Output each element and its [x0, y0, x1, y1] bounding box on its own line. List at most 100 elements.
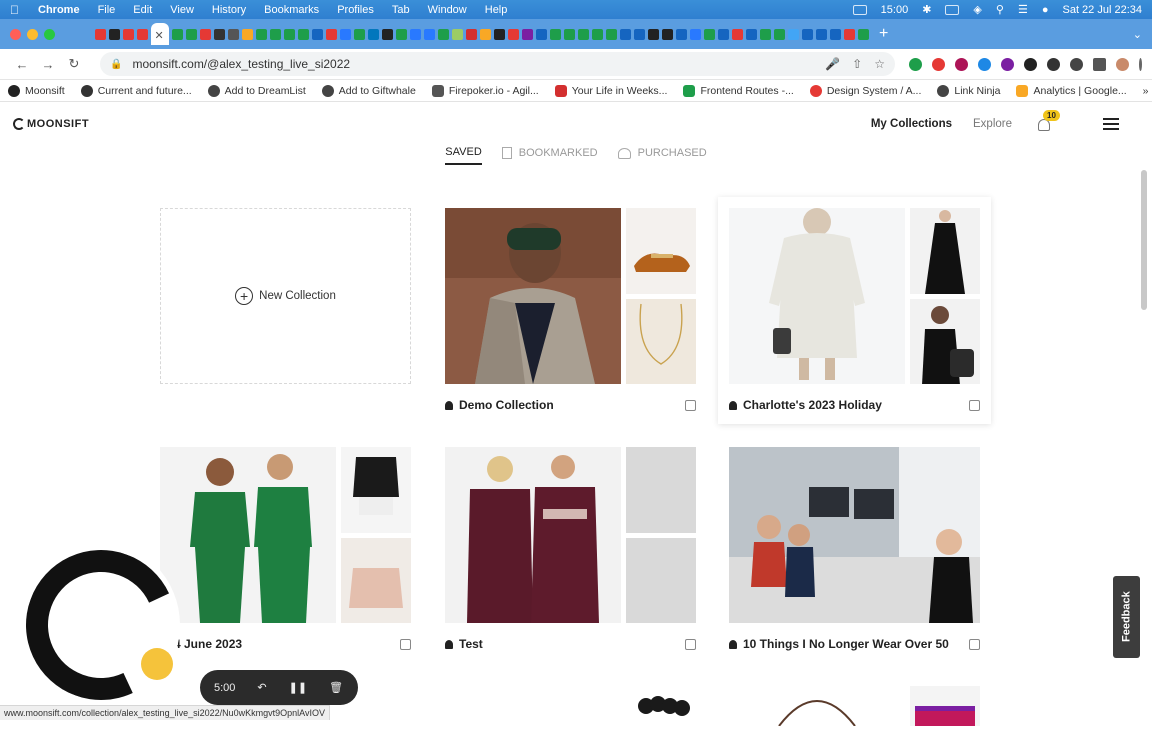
tab-favicon[interactable] — [368, 29, 379, 40]
sidepanel-icon[interactable] — [1093, 58, 1106, 71]
extension-icon[interactable] — [978, 58, 991, 71]
tab-favicon[interactable] — [690, 29, 701, 40]
recorder-camera-bubble[interactable] — [10, 540, 180, 710]
reload-icon[interactable]: ↻ — [62, 56, 86, 72]
nav-my-collections[interactable]: My Collections — [871, 118, 952, 130]
tab-favicon[interactable] — [536, 29, 547, 40]
tab-saved[interactable]: SAVED — [445, 146, 481, 165]
tab-favicon[interactable] — [123, 29, 134, 40]
tab-favicon[interactable] — [774, 29, 785, 40]
zoom-window-icon[interactable] — [44, 29, 55, 40]
menubar-clock[interactable]: 15:00 — [881, 4, 909, 16]
new-tab-icon[interactable]: + — [879, 25, 888, 43]
tab-favicon[interactable] — [606, 29, 617, 40]
bookmark-star-icon[interactable]: ☆ — [874, 57, 885, 71]
tab-favicon[interactable] — [704, 29, 715, 40]
edit-icon[interactable] — [969, 639, 980, 650]
collection-title[interactable]: 10 Things I No Longer Wear Over 50 — [743, 637, 949, 651]
menu-tab[interactable]: Tab — [392, 4, 410, 16]
apple-icon[interactable]:  — [10, 3, 24, 17]
tab-favicon[interactable] — [816, 29, 827, 40]
close-window-icon[interactable] — [10, 29, 21, 40]
tab-favicon[interactable] — [95, 29, 106, 40]
tab-favicon[interactable] — [340, 29, 351, 40]
collection-title[interactable]: 4 June 2023 — [174, 637, 242, 651]
bookmark-item[interactable]: Moonsift — [8, 85, 65, 97]
pocket-extension-icon[interactable] — [932, 58, 945, 71]
tab-favicon[interactable] — [858, 29, 869, 40]
tab-favicon[interactable] — [410, 29, 421, 40]
page-scrollbar[interactable] — [1141, 170, 1147, 310]
tab-favicon[interactable] — [648, 29, 659, 40]
bookmark-item[interactable]: Add to DreamList — [208, 85, 306, 97]
tab-favicon[interactable] — [186, 29, 197, 40]
menu-bookmarks[interactable]: Bookmarks — [264, 4, 319, 16]
edit-icon[interactable] — [400, 639, 411, 650]
tab-favicon[interactable] — [802, 29, 813, 40]
search-icon[interactable]: ⚲ — [996, 3, 1004, 16]
bookmark-item[interactable]: Add to Giftwhale — [322, 85, 416, 97]
extension-icon[interactable] — [1001, 58, 1014, 71]
tab-favicon[interactable] — [172, 29, 183, 40]
tab-favicon[interactable] — [494, 29, 505, 40]
tab-favicon[interactable] — [676, 29, 687, 40]
menu-app[interactable]: Chrome — [38, 4, 80, 16]
extension-icon[interactable] — [1070, 58, 1083, 71]
tab-purchased[interactable]: PURCHASED — [618, 146, 707, 165]
screen-record-icon[interactable] — [853, 5, 867, 15]
collection-card[interactable]: Demo Collection — [445, 208, 696, 412]
tab-favicon[interactable] — [200, 29, 211, 40]
tab-favicon[interactable] — [732, 29, 743, 40]
tab-favicon[interactable] — [312, 29, 323, 40]
menu-view[interactable]: View — [170, 4, 194, 16]
bookmark-item[interactable]: Frontend Routes -... — [683, 85, 793, 97]
bookmark-item[interactable]: Design System / A... — [810, 85, 922, 97]
site-logo[interactable]: MOONSIFT — [13, 118, 89, 130]
bookmark-item[interactable]: Firepoker.io - Agil... — [432, 85, 539, 97]
menu-edit[interactable]: Edit — [133, 4, 152, 16]
tab-favicon[interactable] — [354, 29, 365, 40]
profile-avatar[interactable] — [1116, 58, 1129, 71]
collection-card[interactable]: 4 June 2023 — [160, 447, 411, 651]
bookmark-item[interactable]: Current and future... — [81, 85, 192, 97]
tab-favicon[interactable] — [109, 29, 120, 40]
tab-favicon[interactable] — [228, 29, 239, 40]
tab-favicon[interactable] — [522, 29, 533, 40]
tab-favicon[interactable] — [326, 29, 337, 40]
tab-favicon[interactable] — [466, 29, 477, 40]
edit-icon[interactable] — [969, 400, 980, 411]
tab-favicon[interactable] — [634, 29, 645, 40]
menu-profiles[interactable]: Profiles — [337, 4, 374, 16]
bookmark-item[interactable]: Link Ninja — [937, 85, 1000, 97]
tab-favicon[interactable] — [137, 29, 148, 40]
tab-bookmarked[interactable]: BOOKMARKED — [502, 146, 598, 165]
back-icon[interactable]: ← — [10, 57, 34, 72]
tab-favicon[interactable] — [550, 29, 561, 40]
tab-favicon[interactable] — [564, 29, 575, 40]
menu-help[interactable]: Help — [485, 4, 508, 16]
menu-history[interactable]: History — [212, 4, 246, 16]
edit-icon[interactable] — [685, 400, 696, 411]
tab-favicon[interactable] — [284, 29, 295, 40]
collection-card[interactable]: 10 Things I No Longer Wear Over 50 — [729, 447, 980, 651]
notifications-button[interactable]: 10 — [1037, 116, 1053, 132]
new-collection-button[interactable]: + New Collection — [160, 208, 411, 384]
collection-title[interactable]: Charlotte's 2023 Holiday — [743, 398, 882, 412]
tab-favicon[interactable] — [578, 29, 589, 40]
control-center-icon[interactable]: ☰ — [1018, 3, 1028, 16]
puzzle-icon[interactable] — [1047, 58, 1060, 71]
forward-icon[interactable]: → — [36, 57, 60, 72]
feedback-button[interactable]: Feedback — [1113, 576, 1140, 658]
collection-title[interactable]: Test — [459, 637, 483, 651]
tab-favicon[interactable] — [242, 29, 253, 40]
pause-icon[interactable]: ❚❚ — [289, 681, 307, 694]
tab-favicon[interactable] — [620, 29, 631, 40]
tab-favicon[interactable] — [830, 29, 841, 40]
menu-file[interactable]: File — [98, 4, 116, 16]
tab-favicon[interactable] — [508, 29, 519, 40]
edit-icon[interactable] — [685, 639, 696, 650]
tab-favicon[interactable] — [270, 29, 281, 40]
minimize-window-icon[interactable] — [27, 29, 38, 40]
tab-favicon[interactable] — [256, 29, 267, 40]
lock-icon[interactable]: 🔒 — [110, 59, 122, 70]
